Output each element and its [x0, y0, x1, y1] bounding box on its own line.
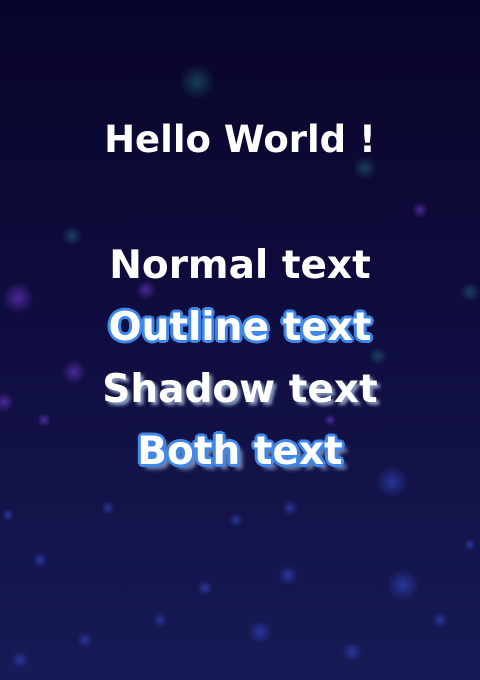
outline-shadow-text-sample: Both text: [137, 429, 343, 474]
app-screen: Hello World ! Normal text Outline text S…: [0, 0, 480, 680]
title-text: Hello World !: [104, 118, 376, 161]
normal-text-sample: Normal text: [109, 243, 371, 288]
text-samples: Hello World ! Normal text Outline text S…: [0, 0, 480, 680]
outline-text-sample: Outline text: [108, 305, 372, 350]
shadow-text-sample: Shadow text: [102, 367, 378, 412]
